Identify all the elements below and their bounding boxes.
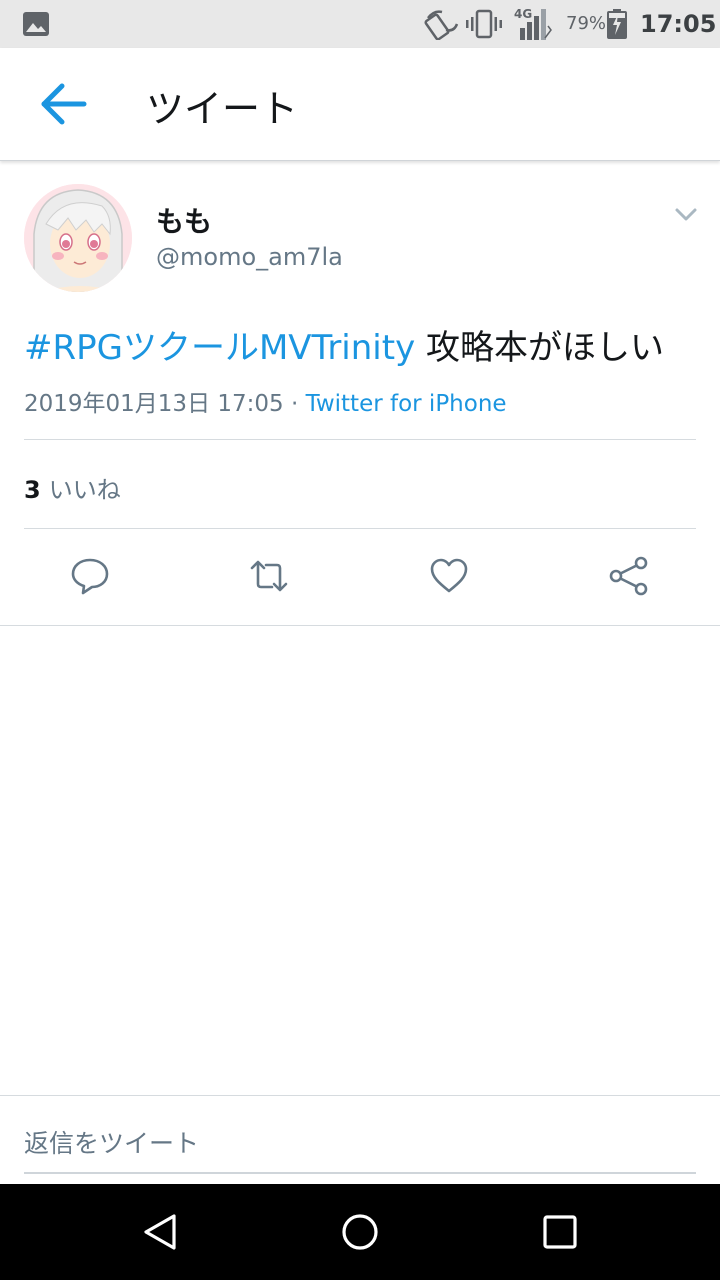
user-handle[interactable]: @momo_am7la — [156, 243, 343, 271]
battery-icon — [607, 9, 627, 39]
divider — [0, 625, 720, 626]
likes-row[interactable]: 3 いいね — [24, 470, 121, 505]
avatar[interactable] — [24, 184, 132, 292]
recents-square-icon[interactable] — [540, 1212, 580, 1252]
chevron-down-icon[interactable] — [672, 202, 700, 226]
reply-input[interactable]: 返信をツイート — [24, 1124, 199, 1160]
divider — [24, 528, 696, 529]
arrow-left-icon[interactable] — [36, 78, 92, 130]
divider — [24, 439, 696, 440]
like-icon[interactable] — [429, 556, 469, 596]
back-triangle-icon[interactable] — [140, 1212, 180, 1252]
tweet-detail-screen: 4G 79% 17:05 ツイート もも @momo_am7la #RPGツクー… — [0, 0, 720, 1280]
app-bar: ツイート — [0, 48, 720, 161]
vibrate-icon — [466, 9, 502, 39]
home-circle-icon[interactable] — [340, 1212, 380, 1252]
likes-label: いいね — [48, 476, 121, 504]
tweet-meta: 2019年01月13日 17:05 · Twitter for iPhone — [24, 384, 507, 418]
reply-bar: 返信をツイート — [0, 1095, 720, 1185]
share-icon[interactable] — [609, 556, 649, 596]
battery-percent: 79% — [566, 13, 607, 34]
reply-input-underline — [24, 1172, 696, 1174]
nfc-icon — [424, 10, 459, 40]
tweet-timestamp: 2019年01月13日 17:05 · — [24, 391, 306, 417]
avatar-illustration — [24, 184, 132, 292]
hashtag-link[interactable]: #RPGツクールMVTrinity — [24, 328, 415, 368]
tweet-text: #RPGツクールMVTrinity 攻略本がほしい — [24, 320, 704, 369]
reply-icon[interactable] — [70, 556, 110, 596]
status-clock: 17:05 — [640, 10, 717, 38]
navigation-bar — [0, 1184, 720, 1280]
retweet-icon[interactable] — [249, 556, 289, 596]
likes-count: 3 — [24, 476, 41, 504]
page-title: ツイート — [146, 87, 299, 131]
display-name[interactable]: もも — [156, 200, 212, 240]
status-bar: 4G 79% 17:05 — [0, 0, 720, 48]
image-icon — [23, 12, 49, 36]
network-type-label: 4G — [514, 7, 532, 21]
tweet-body-text: 攻略本がほしい — [415, 328, 665, 368]
signal-icon: 4G — [514, 7, 552, 40]
tweet-source-link[interactable]: Twitter for iPhone — [306, 391, 507, 417]
